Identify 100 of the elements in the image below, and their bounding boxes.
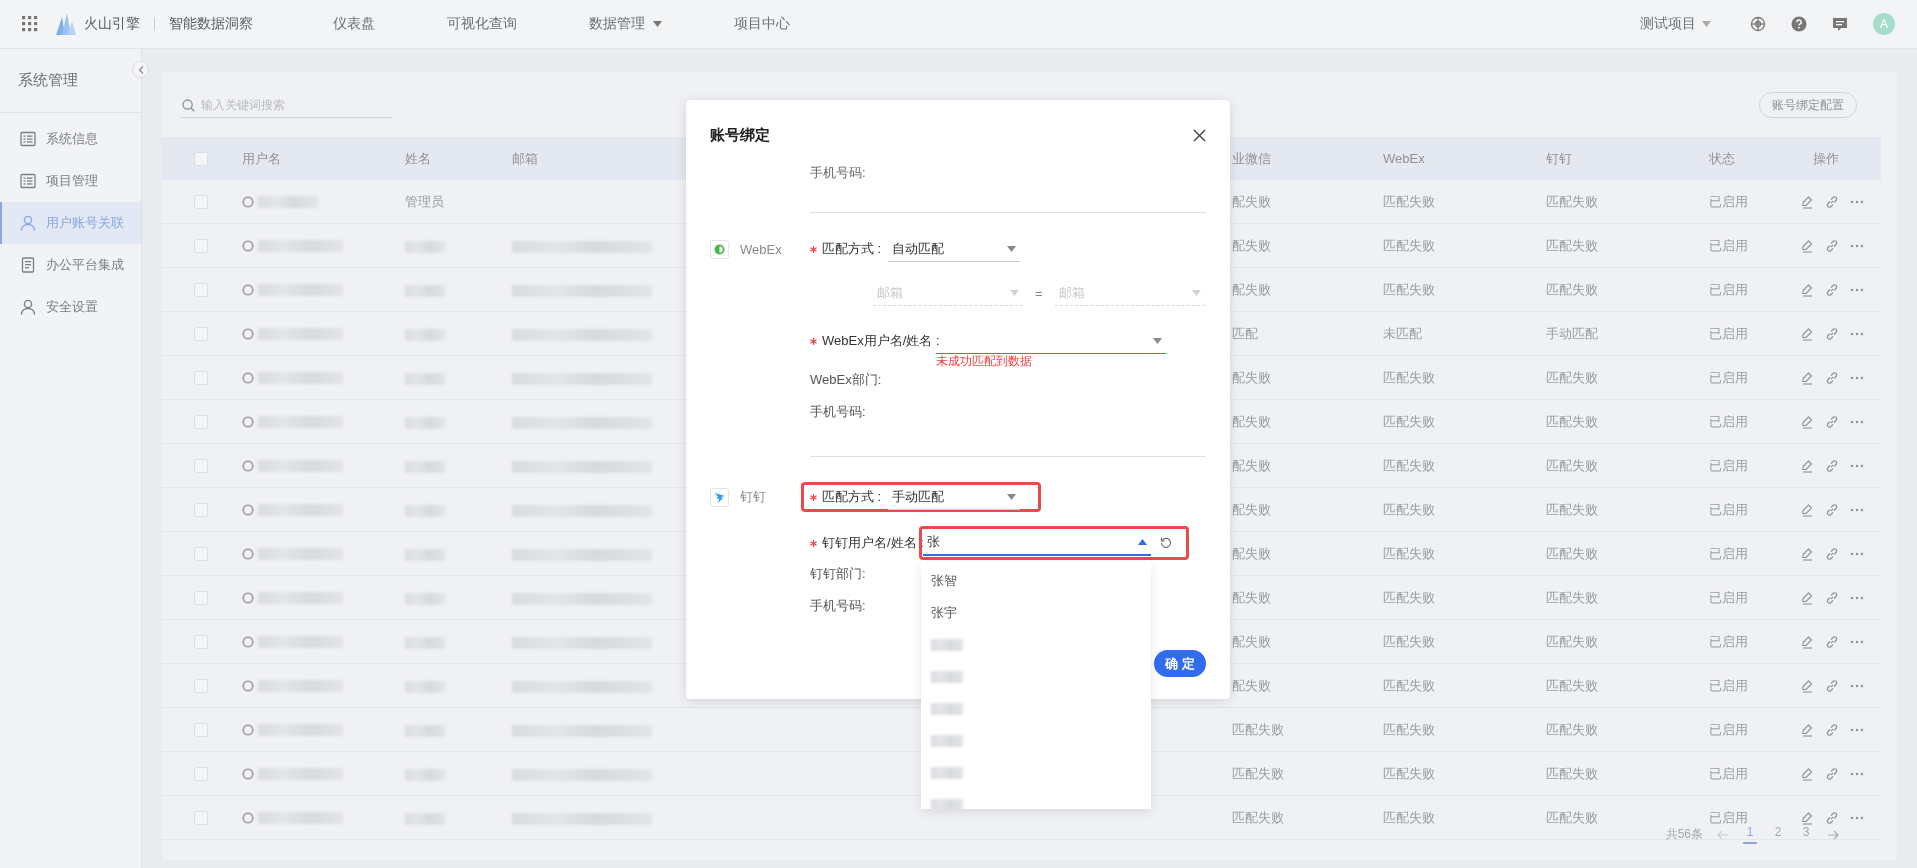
select-all-checkbox[interactable] xyxy=(194,151,208,166)
refresh-icon[interactable] xyxy=(1160,537,1172,549)
row-checkbox[interactable] xyxy=(194,590,208,605)
row-checkbox[interactable] xyxy=(194,414,208,429)
crosshair-icon[interactable] xyxy=(1750,16,1766,32)
row-checkbox[interactable] xyxy=(194,634,208,649)
row-checkbox[interactable] xyxy=(194,810,208,825)
arrow-left-icon[interactable] xyxy=(1717,829,1729,840)
row-checkbox[interactable] xyxy=(194,458,208,473)
table-cell-text: 匹配 xyxy=(1232,324,1259,343)
edit-icon[interactable] xyxy=(1800,810,1814,825)
link-icon[interactable] xyxy=(1825,546,1839,561)
link-icon[interactable] xyxy=(1825,590,1839,605)
row-checkbox[interactable] xyxy=(194,282,208,297)
close-icon[interactable] xyxy=(1193,128,1206,142)
row-checkbox[interactable] xyxy=(194,678,208,693)
column-header: 状态 xyxy=(1709,149,1736,168)
more-icon[interactable] xyxy=(1850,463,1864,468)
row-checkbox[interactable] xyxy=(194,502,208,517)
more-icon[interactable] xyxy=(1850,507,1864,512)
table-cell-text: 已启用 xyxy=(1709,764,1749,783)
more-icon[interactable] xyxy=(1850,375,1864,380)
apps-grid-icon[interactable] xyxy=(22,16,38,32)
link-icon[interactable] xyxy=(1825,238,1839,253)
help-icon[interactable] xyxy=(1791,16,1807,32)
table-cell-text: 匹配失败 xyxy=(1232,808,1285,827)
edit-icon[interactable] xyxy=(1800,282,1814,297)
row-checkbox[interactable] xyxy=(194,370,208,385)
row-checkbox[interactable] xyxy=(194,326,208,341)
nav-item[interactable]: 数据管理 xyxy=(589,15,662,33)
row-checkbox[interactable] xyxy=(194,722,208,737)
row-checkbox[interactable] xyxy=(194,546,208,561)
match-mode-select[interactable]: 手动匹配 xyxy=(888,484,1020,510)
link-icon[interactable] xyxy=(1825,810,1839,825)
more-icon[interactable] xyxy=(1850,727,1864,732)
edit-icon[interactable] xyxy=(1800,546,1814,561)
confirm-button[interactable]: 确 定 xyxy=(1154,650,1206,677)
more-icon[interactable] xyxy=(1850,551,1864,556)
link-icon[interactable] xyxy=(1825,458,1839,473)
edit-icon[interactable] xyxy=(1800,326,1814,341)
edit-icon[interactable] xyxy=(1800,194,1814,209)
collapse-button[interactable] xyxy=(132,61,149,78)
arrow-right-icon[interactable] xyxy=(1827,829,1839,840)
more-icon[interactable] xyxy=(1850,595,1864,600)
sidebar-item[interactable]: 系统信息 xyxy=(0,118,141,160)
edit-icon[interactable] xyxy=(1800,502,1814,517)
link-icon[interactable] xyxy=(1825,414,1839,429)
dropdown-option[interactable]: 张宇 xyxy=(921,597,1151,629)
edit-icon[interactable] xyxy=(1800,678,1814,693)
nav-item[interactable]: 项目中心 xyxy=(734,15,790,33)
row-checkbox[interactable] xyxy=(194,238,208,253)
edit-icon[interactable] xyxy=(1800,590,1814,605)
link-icon[interactable] xyxy=(1825,282,1839,297)
match-mode-select[interactable]: 自动匹配 xyxy=(888,236,1020,262)
dropdown-option[interactable]: 张智 xyxy=(921,565,1151,597)
row-checkbox[interactable] xyxy=(194,766,208,781)
more-icon[interactable] xyxy=(1850,771,1864,776)
link-icon[interactable] xyxy=(1825,634,1839,649)
user-select[interactable]: 张 xyxy=(923,530,1151,556)
link-icon[interactable] xyxy=(1825,722,1839,737)
more-icon[interactable] xyxy=(1850,199,1864,204)
table-cell-text: 匹配失败 xyxy=(1383,500,1436,519)
edit-icon[interactable] xyxy=(1800,238,1814,253)
nav-item[interactable]: 可视化查询 xyxy=(447,15,517,33)
more-icon[interactable] xyxy=(1850,815,1864,820)
edit-icon[interactable] xyxy=(1800,370,1814,385)
edit-icon[interactable] xyxy=(1800,766,1814,781)
sidebar-item[interactable]: 用户账号关联 xyxy=(0,202,141,244)
edit-icon[interactable] xyxy=(1800,414,1814,429)
link-icon[interactable] xyxy=(1825,370,1839,385)
more-icon[interactable] xyxy=(1850,331,1864,336)
message-icon[interactable] xyxy=(1832,16,1848,32)
field-label: 钉钉部门: xyxy=(810,565,866,583)
link-icon[interactable] xyxy=(1825,678,1839,693)
table-cell-text: 匹配失败 xyxy=(1383,544,1436,563)
link-icon[interactable] xyxy=(1825,194,1839,209)
link-icon[interactable] xyxy=(1825,326,1839,341)
project-selector[interactable]: 测试项目 xyxy=(1640,15,1711,33)
more-icon[interactable] xyxy=(1850,639,1864,644)
more-icon[interactable] xyxy=(1850,243,1864,248)
bind-config-button[interactable]: 账号绑定配置 xyxy=(1759,92,1857,118)
sidebar-item[interactable]: 安全设置 xyxy=(0,286,141,328)
edit-icon[interactable] xyxy=(1800,634,1814,649)
page-number[interactable]: 2 xyxy=(1771,825,1785,844)
more-icon[interactable] xyxy=(1850,683,1864,688)
more-icon[interactable] xyxy=(1850,419,1864,424)
blurred-text xyxy=(405,372,445,385)
more-icon[interactable] xyxy=(1850,287,1864,292)
nav-item[interactable]: 仪表盘 xyxy=(333,15,375,33)
edit-icon[interactable] xyxy=(1800,722,1814,737)
link-icon[interactable] xyxy=(1825,766,1839,781)
sidebar-item[interactable]: 项目管理 xyxy=(0,160,141,202)
link-icon[interactable] xyxy=(1825,502,1839,517)
brand-name: 火山引擎 xyxy=(84,15,140,33)
page-number[interactable]: 1 xyxy=(1743,825,1757,844)
row-checkbox[interactable] xyxy=(194,194,208,209)
page-number[interactable]: 3 xyxy=(1799,825,1813,844)
edit-icon[interactable] xyxy=(1800,458,1814,473)
sidebar-item[interactable]: 办公平台集成 xyxy=(0,244,141,286)
table-cell-text: 匹配失败 xyxy=(1383,588,1436,607)
